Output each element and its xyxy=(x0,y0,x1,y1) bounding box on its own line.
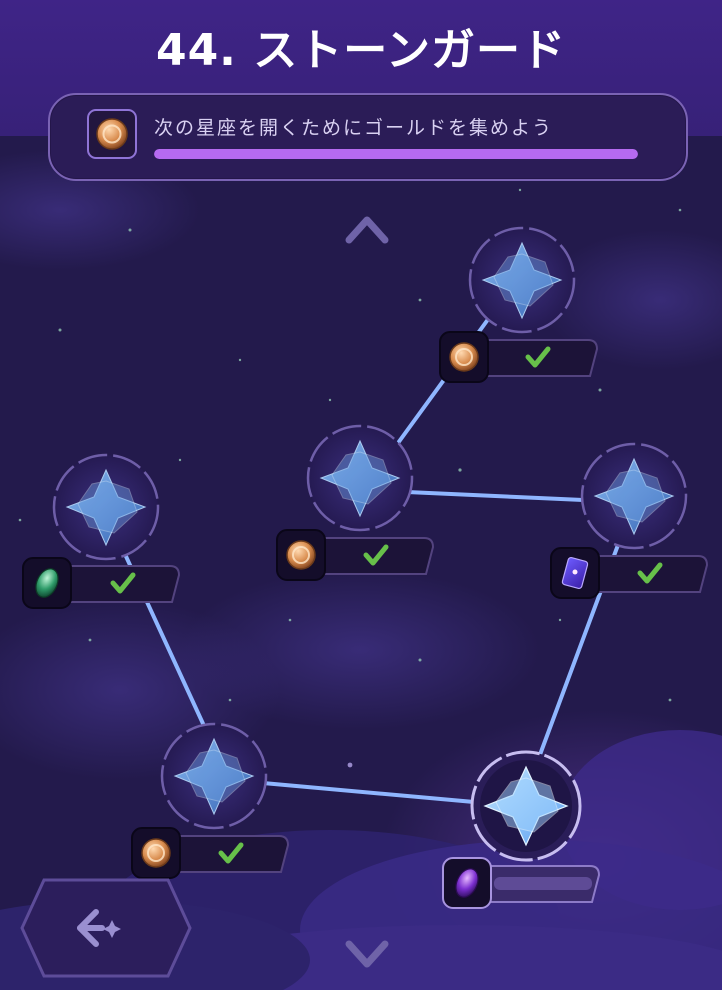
chevron-down-icon[interactable] xyxy=(345,938,389,970)
goal-icon-frame xyxy=(87,109,137,159)
goal-text: 次の星座を開くためにゴールドを集めよう xyxy=(154,117,554,139)
goal-panel: 次の星座を開くためにゴールドを集めよう xyxy=(48,93,688,181)
page-title: 44. ストーンガード xyxy=(155,25,567,76)
chevron-up-icon[interactable] xyxy=(345,212,389,244)
constellation-node-right[interactable] xyxy=(580,442,688,550)
constellation-node-bottom-left[interactable] xyxy=(160,722,268,830)
back-button[interactable] xyxy=(18,876,194,980)
goal-progress-bar xyxy=(154,149,638,159)
reward-pill-bottom-right xyxy=(442,857,601,909)
reward-pill-bottom-left xyxy=(131,827,290,879)
constellation-node-left[interactable] xyxy=(52,453,160,561)
constellation-node-middle[interactable] xyxy=(306,424,414,532)
reward-progress-track xyxy=(494,877,592,890)
reward-pill-middle xyxy=(276,529,435,581)
reward-pill-left xyxy=(22,557,181,609)
constellation-node-bottom-right[interactable] xyxy=(470,750,582,862)
gold-coin-icon xyxy=(96,118,128,150)
gold-coin-icon xyxy=(141,838,171,868)
reward-pill-right xyxy=(550,547,709,599)
gold-coin-icon xyxy=(286,540,316,570)
constellation-node-top[interactable] xyxy=(468,226,576,334)
goal-progress-fill xyxy=(154,149,638,159)
gold-coin-icon xyxy=(449,342,479,372)
reward-pill-top xyxy=(439,331,599,383)
